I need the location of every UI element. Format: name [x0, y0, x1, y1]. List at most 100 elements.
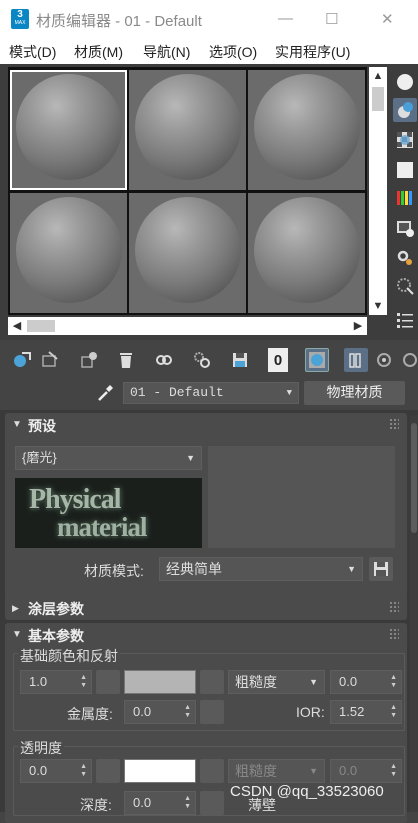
transparency-color-swatch[interactable] [124, 759, 196, 783]
scroll-thumb[interactable] [27, 320, 55, 332]
sample-slot-6[interactable] [248, 193, 365, 313]
close-button[interactable]: ✕ [381, 10, 394, 28]
pick-material-eyedropper-icon[interactable] [95, 383, 115, 406]
roughness-mode-dropdown[interactable]: 粗糙度 ▼ [228, 670, 325, 694]
scroll-thumb[interactable] [372, 87, 384, 111]
make-unique-icon[interactable] [152, 348, 176, 372]
material-sphere [135, 197, 241, 303]
material-sphere [254, 74, 360, 180]
expanded-triangle-icon: ▼ [12, 629, 22, 640]
save-icon[interactable] [228, 348, 252, 372]
transparency-weight-spinner[interactable]: 0.0 ▲ ▼ [20, 759, 92, 783]
backlight-icon[interactable] [393, 98, 417, 122]
put-to-scene-icon[interactable] [38, 348, 62, 372]
material-sphere [135, 74, 241, 180]
ior-spinner[interactable]: 1.52 ▲ ▼ [330, 700, 402, 724]
chevron-down-icon: ▼ [347, 564, 356, 574]
base-weight-spinner[interactable]: 1.0 ▲ ▼ [20, 670, 92, 694]
presets-rollout-header[interactable]: ▼ 预设 [5, 413, 407, 437]
scroll-left-arrow-icon[interactable]: ◀ [8, 317, 26, 335]
preset-dropdown[interactable]: {磨光} ▼ [15, 446, 202, 470]
base-color-map-button[interactable] [200, 670, 224, 694]
menu-options[interactable]: 选项(O) [209, 42, 257, 62]
material-name-dropdown[interactable]: 01 - Default ▼ [123, 382, 299, 404]
coating-title: 涂层参数 [28, 601, 84, 617]
coating-rollout[interactable]: ▶ 涂层参数 [5, 596, 407, 620]
material-map-navigator-icon[interactable] [393, 308, 417, 332]
depth-spinner[interactable]: 0.0 ▲ ▼ [124, 791, 196, 815]
scroll-down-arrow-icon[interactable]: ▼ [369, 297, 387, 315]
spinner-arrows-icon[interactable]: ▲ ▼ [390, 704, 397, 720]
depth-map-button[interactable] [200, 791, 224, 815]
metalness-spinner[interactable]: 0.0 ▲ ▼ [124, 700, 196, 724]
coating-rollout-header[interactable]: ▶ 涂层参数 [5, 596, 407, 620]
scroll-thumb[interactable] [411, 423, 417, 533]
transparency-group-label: 透明度 [18, 738, 64, 758]
scroll-up-arrow-icon[interactable]: ▲ [369, 67, 387, 85]
material-mode-dropdown[interactable]: 经典简单 ▼ [159, 557, 363, 581]
scroll-right-arrow-icon[interactable]: ▶ [349, 317, 367, 335]
material-type-button[interactable]: 物理材质 [304, 381, 405, 405]
menu-material[interactable]: 材质(M) [74, 42, 123, 62]
sample-slots-area: ▲ ▼ ◀ ▶ [0, 64, 418, 340]
depth-value: 0.0 [133, 795, 152, 810]
sample-slot-5[interactable] [129, 193, 246, 313]
transparency-roughness-mode-value: 粗糙度 [235, 763, 277, 779]
save-preset-icon[interactable] [369, 557, 393, 581]
drag-handle-icon[interactable] [389, 628, 399, 640]
go-to-parent-icon[interactable] [372, 348, 396, 372]
show-in-viewport-icon[interactable] [305, 348, 329, 372]
spinner-arrows-icon[interactable]: ▲ ▼ [184, 795, 191, 811]
presets-rollout: ▼ 预设 {磨光} ▼ Physical material 材质模式: 经典简单… [5, 413, 407, 599]
spinner-arrows-icon[interactable]: ▲ ▼ [80, 763, 87, 779]
spinner-arrows-icon[interactable]: ▲ ▼ [184, 704, 191, 720]
menu-mode[interactable]: 模式(D) [9, 42, 56, 62]
transparency-roughness-mode-dropdown[interactable]: 粗糙度 ▼ [228, 759, 325, 783]
basic-params-rollout-header[interactable]: ▼ 基本参数 [5, 623, 407, 647]
menu-navigation[interactable]: 导航(N) [143, 42, 190, 62]
get-material-icon[interactable] [10, 348, 34, 372]
delete-icon[interactable] [114, 348, 138, 372]
sample-type-sphere-icon[interactable] [393, 70, 417, 94]
base-weight-map-button[interactable] [96, 670, 120, 694]
sample-slot-1[interactable] [10, 70, 127, 190]
menu-bar: 模式(D) 材质(M) 导航(N) 选项(O) 实用程序(U) [0, 38, 418, 64]
minimize-button[interactable]: — [278, 10, 293, 27]
chevron-down-icon: ▼ [309, 766, 318, 776]
sample-uv-tiling-icon[interactable] [393, 158, 417, 182]
menu-utilities[interactable]: 实用程序(U) [275, 42, 350, 62]
background-checker-icon[interactable] [393, 128, 417, 152]
go-forward-sibling-icon[interactable] [398, 348, 418, 372]
sample-slot-2[interactable] [129, 70, 246, 190]
watermark-text: CSDN @qq_33523060 [230, 783, 384, 800]
video-color-check-icon[interactable] [393, 186, 417, 210]
material-sphere [254, 197, 360, 303]
panel-scrollbar[interactable] [410, 415, 418, 812]
select-by-material-icon[interactable] [393, 274, 417, 298]
assign-to-selection-icon[interactable] [77, 348, 101, 372]
drag-handle-icon[interactable] [389, 418, 399, 430]
transparency-color-map-button[interactable] [200, 759, 224, 783]
spinner-arrows-icon[interactable]: ▲ ▼ [390, 674, 397, 690]
sample-slot-3[interactable] [248, 70, 365, 190]
transparency-roughness-spinner[interactable]: 0.0 ▲ ▼ [330, 759, 402, 783]
base-color-swatch[interactable] [124, 670, 196, 694]
material-id-channel-button[interactable]: 0 [268, 348, 288, 372]
spinner-arrows-icon[interactable]: ▲ ▼ [80, 674, 87, 690]
options-gear-icon[interactable] [393, 246, 417, 270]
metalness-map-button[interactable] [200, 700, 224, 724]
slots-horizontal-scrollbar[interactable]: ◀ ▶ [8, 317, 367, 335]
base-weight-value: 1.0 [29, 674, 48, 689]
drag-handle-icon[interactable] [389, 601, 399, 613]
show-end-result-icon[interactable] [344, 348, 368, 372]
sample-slot-4[interactable] [10, 193, 127, 313]
transparency-weight-map-button[interactable] [96, 759, 120, 783]
spinner-arrows-icon[interactable]: ▲ ▼ [390, 763, 397, 779]
maximize-button[interactable]: ☐ [325, 10, 338, 28]
roughness-spinner[interactable]: 0.0 ▲ ▼ [330, 670, 402, 694]
make-preview-icon[interactable] [393, 216, 417, 240]
slots-vertical-scrollbar[interactable]: ▲ ▼ [369, 67, 387, 315]
depth-label: 深度: [80, 797, 112, 813]
material-mode-value: 经典简单 [166, 561, 222, 577]
put-to-library-icon[interactable] [190, 348, 214, 372]
